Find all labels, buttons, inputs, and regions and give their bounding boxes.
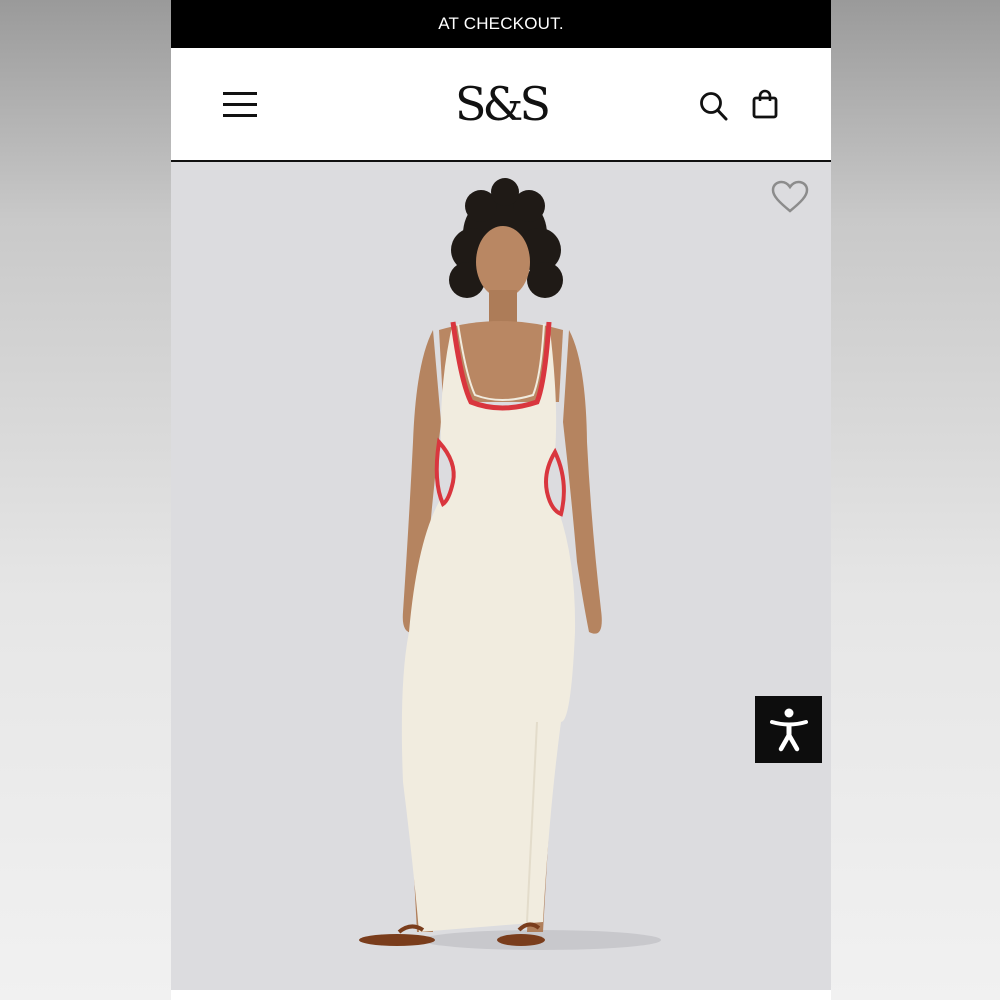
site-header: S&S (171, 48, 831, 162)
menu-button[interactable] (223, 90, 257, 118)
search-button[interactable] (699, 90, 729, 122)
accessibility-button[interactable] (755, 696, 822, 763)
promo-banner: AT CHECKOUT. (171, 0, 831, 48)
product-image-area (171, 162, 831, 990)
logo-text: S&S (455, 77, 551, 131)
promo-banner-text: AT CHECKOUT. (438, 14, 564, 33)
shopping-bag-icon (752, 89, 778, 119)
mobile-page: AT CHECKOUT. S&S (171, 0, 831, 1000)
cart-button[interactable] (751, 88, 779, 120)
heart-outline-icon (771, 180, 809, 213)
accessibility-person-icon (769, 708, 808, 751)
brand-logo[interactable]: S&S (401, 76, 601, 132)
search-icon (700, 92, 728, 121)
wishlist-button[interactable] (771, 180, 809, 214)
product-photo[interactable] (171, 162, 831, 990)
hamburger-menu-icon (223, 90, 257, 118)
